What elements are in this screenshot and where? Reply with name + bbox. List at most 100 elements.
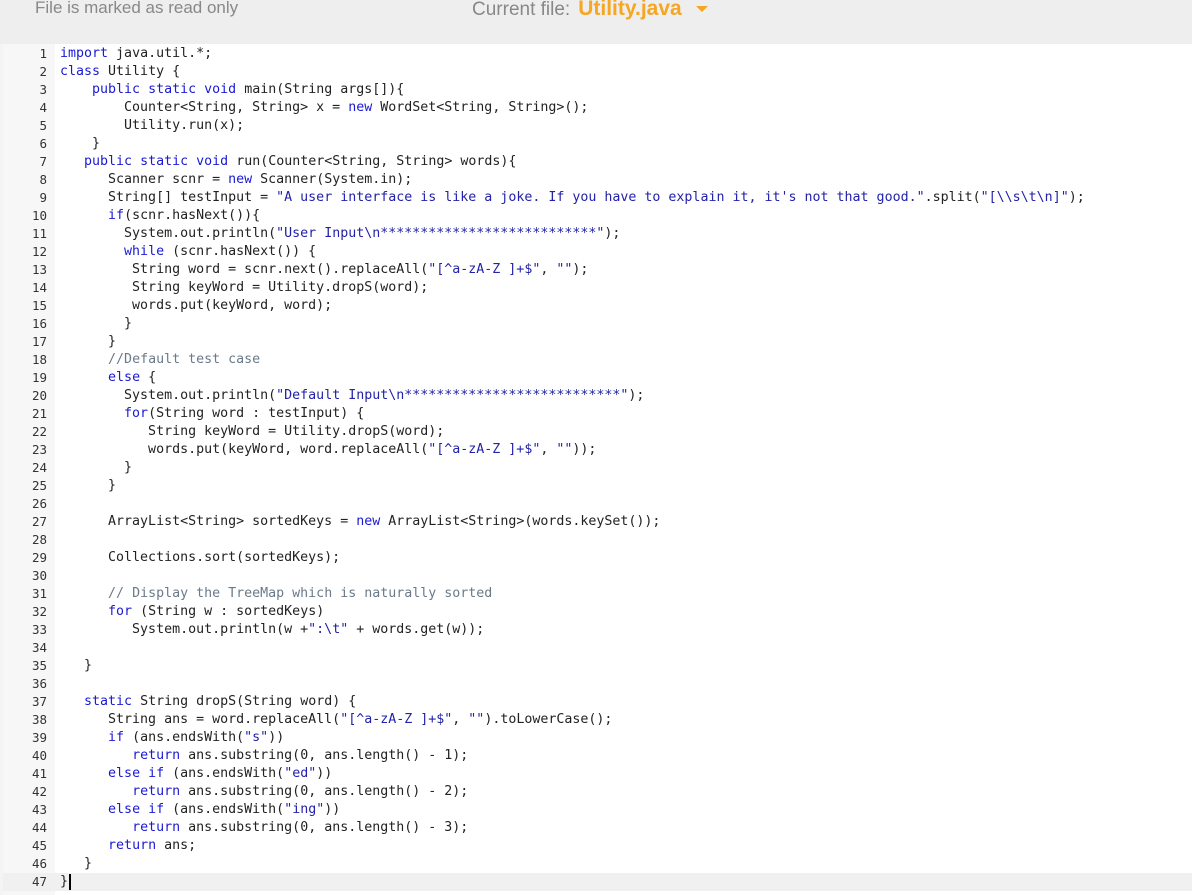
line-number: 47 xyxy=(31,874,47,889)
code-line[interactable]: 37 static String dropS(String word) { xyxy=(3,693,1192,711)
code-text[interactable]: String keyWord = Utility.dropS(word); xyxy=(60,279,428,297)
code-line[interactable]: 7 public static void run(Counter<String,… xyxy=(3,153,1192,171)
code-text[interactable]: System.out.println(w +":\t" + words.get(… xyxy=(60,621,484,639)
code-line[interactable]: 29 Collections.sort(sortedKeys); xyxy=(3,549,1192,567)
code-text[interactable]: words.put(keyWord, word.replaceAll("[^a-… xyxy=(60,441,596,459)
code-text[interactable]: Counter<String, String> x = new WordSet<… xyxy=(60,99,588,117)
code-text[interactable]: ArrayList<String> sortedKeys = new Array… xyxy=(60,513,660,531)
code-line[interactable]: 20 System.out.println("Default Input\n**… xyxy=(3,387,1192,405)
code-line[interactable]: 32 for (String w : sortedKeys) xyxy=(3,603,1192,621)
code-line[interactable]: 28 xyxy=(3,531,1192,549)
code-line[interactable]: 47} xyxy=(3,873,1192,891)
code-line[interactable]: 13 String word = scnr.next().replaceAll(… xyxy=(3,261,1192,279)
code-line[interactable]: 33 System.out.println(w +":\t" + words.g… xyxy=(3,621,1192,639)
code-line[interactable]: 46 } xyxy=(3,855,1192,873)
code-text[interactable]: } xyxy=(60,315,132,333)
code-text[interactable]: static String dropS(String word) { xyxy=(60,693,356,711)
code-line[interactable]: 1 import java.util.*; xyxy=(3,45,1192,63)
line-number: 5 xyxy=(39,118,47,133)
code-text[interactable]: } xyxy=(60,459,132,477)
code-text[interactable]: else { xyxy=(60,369,156,387)
code-text[interactable]: if (ans.endsWith("s")) xyxy=(60,729,284,747)
code-line[interactable]: 15 words.put(keyWord, word); xyxy=(3,297,1192,315)
code-line[interactable]: 18 //Default test case xyxy=(3,351,1192,369)
code-line[interactable]: 8 Scanner scnr = new Scanner(System.in); xyxy=(3,171,1192,189)
code-text[interactable]: System.out.println("Default Input\n*****… xyxy=(60,387,644,405)
code-line[interactable]: 26 xyxy=(3,495,1192,513)
code-line[interactable]: 6 } xyxy=(3,135,1192,153)
code-text[interactable]: System.out.println("User Input\n********… xyxy=(60,225,620,243)
code-line[interactable]: 16 } xyxy=(3,315,1192,333)
line-number: 14 xyxy=(31,280,47,295)
code-text[interactable]: while (scnr.hasNext()) { xyxy=(60,243,316,261)
code-text[interactable]: else if (ans.endsWith("ing")) xyxy=(60,801,340,819)
code-line[interactable]: 35 } xyxy=(3,657,1192,675)
code-line[interactable]: 4 Counter<String, String> x = new WordSe… xyxy=(3,99,1192,117)
current-file-name[interactable]: Utility.java xyxy=(578,0,681,21)
code-line[interactable]: 31 // Display the TreeMap which is natur… xyxy=(3,585,1192,603)
code-text[interactable]: Utility.run(x); xyxy=(60,117,244,135)
code-line[interactable]: 9 String[] testInput = "A user interface… xyxy=(3,189,1192,207)
code-line[interactable]: 25 } xyxy=(3,477,1192,495)
code-text[interactable]: class Utility { xyxy=(60,63,180,81)
code-lines[interactable]: 1 import java.util.*; 2 class Utility {3 pu… xyxy=(3,45,1192,891)
code-text[interactable]: //Default test case xyxy=(60,351,260,369)
code-line[interactable]: 21 for(String word : testInput) { xyxy=(3,405,1192,423)
code-line[interactable]: 14 String keyWord = Utility.dropS(word); xyxy=(3,279,1192,297)
code-text[interactable]: String word = scnr.next().replaceAll("[^… xyxy=(60,261,588,279)
code-editor[interactable]: 1 import java.util.*; 2 class Utility {3 pu… xyxy=(3,44,1192,895)
code-line[interactable]: 5 Utility.run(x); xyxy=(3,117,1192,135)
code-line[interactable]: 43 else if (ans.endsWith("ing")) xyxy=(3,801,1192,819)
code-text[interactable]: import java.util.*; xyxy=(60,45,212,63)
caret-down-icon[interactable] xyxy=(695,6,708,12)
code-line[interactable]: 27 ArrayList<String> sortedKeys = new Ar… xyxy=(3,513,1192,531)
code-line[interactable]: 30 xyxy=(3,567,1192,585)
code-text[interactable]: return ans.substring(0, ans.length() - 1… xyxy=(60,747,468,765)
line-number: 20 xyxy=(31,388,47,403)
code-line[interactable]: 34 xyxy=(3,639,1192,657)
code-text[interactable]: } xyxy=(60,873,68,891)
code-line[interactable]: 12 while (scnr.hasNext()) { xyxy=(3,243,1192,261)
code-text[interactable]: } xyxy=(60,477,116,495)
code-text[interactable]: String keyWord = Utility.dropS(word); xyxy=(60,423,444,441)
code-text[interactable]: words.put(keyWord, word); xyxy=(60,297,332,315)
code-line[interactable]: 19 else { xyxy=(3,369,1192,387)
code-text[interactable]: } xyxy=(60,333,116,351)
code-line[interactable]: 2 class Utility { xyxy=(3,63,1192,81)
code-text[interactable]: String ans = word.replaceAll("[^a-zA-Z ]… xyxy=(60,711,612,729)
code-text[interactable]: return ans.substring(0, ans.length() - 2… xyxy=(60,783,468,801)
code-line[interactable]: 22 String keyWord = Utility.dropS(word); xyxy=(3,423,1192,441)
line-number: 41 xyxy=(31,766,47,781)
code-line[interactable]: 40 return ans.substring(0, ans.length() … xyxy=(3,747,1192,765)
code-line[interactable]: 42 return ans.substring(0, ans.length() … xyxy=(3,783,1192,801)
code-text[interactable]: return ans.substring(0, ans.length() - 3… xyxy=(60,819,468,837)
code-line[interactable]: 11 System.out.println("User Input\n*****… xyxy=(3,225,1192,243)
code-line[interactable]: 3 public static void main(String args[])… xyxy=(3,81,1192,99)
code-text[interactable]: } xyxy=(60,855,92,873)
code-text[interactable]: for(String word : testInput) { xyxy=(60,405,364,423)
line-number: 9 xyxy=(39,190,47,205)
code-line[interactable]: 38 String ans = word.replaceAll("[^a-zA-… xyxy=(3,711,1192,729)
code-text[interactable]: if(scnr.hasNext()){ xyxy=(60,207,260,225)
code-line[interactable]: 41 else if (ans.endsWith("ed")) xyxy=(3,765,1192,783)
code-line[interactable]: 39 if (ans.endsWith("s")) xyxy=(3,729,1192,747)
code-text[interactable]: public static void run(Counter<String, S… xyxy=(60,153,516,171)
code-text[interactable]: for (String w : sortedKeys) xyxy=(60,603,324,621)
code-text[interactable]: public static void main(String args[]){ xyxy=(60,81,404,99)
code-text[interactable]: String[] testInput = "A user interface i… xyxy=(60,189,1085,207)
code-text[interactable]: } xyxy=(60,657,92,675)
current-file-selector[interactable]: Current file: Utility.java xyxy=(472,0,708,21)
code-line[interactable]: 44 return ans.substring(0, ans.length() … xyxy=(3,819,1192,837)
code-line[interactable]: 36 xyxy=(3,675,1192,693)
code-text[interactable]: Scanner scnr = new Scanner(System.in); xyxy=(60,171,412,189)
code-line[interactable]: 24 } xyxy=(3,459,1192,477)
code-line[interactable]: 17 } xyxy=(3,333,1192,351)
code-text[interactable]: } xyxy=(60,135,100,153)
code-text[interactable]: // Display the TreeMap which is naturall… xyxy=(60,585,492,603)
code-text[interactable]: return ans; xyxy=(60,837,196,855)
code-line[interactable]: 45 return ans; xyxy=(3,837,1192,855)
code-line[interactable]: 10 if(scnr.hasNext()){ xyxy=(3,207,1192,225)
code-text[interactable]: Collections.sort(sortedKeys); xyxy=(60,549,340,567)
code-text[interactable]: else if (ans.endsWith("ed")) xyxy=(60,765,332,783)
code-line[interactable]: 23 words.put(keyWord, word.replaceAll("[… xyxy=(3,441,1192,459)
